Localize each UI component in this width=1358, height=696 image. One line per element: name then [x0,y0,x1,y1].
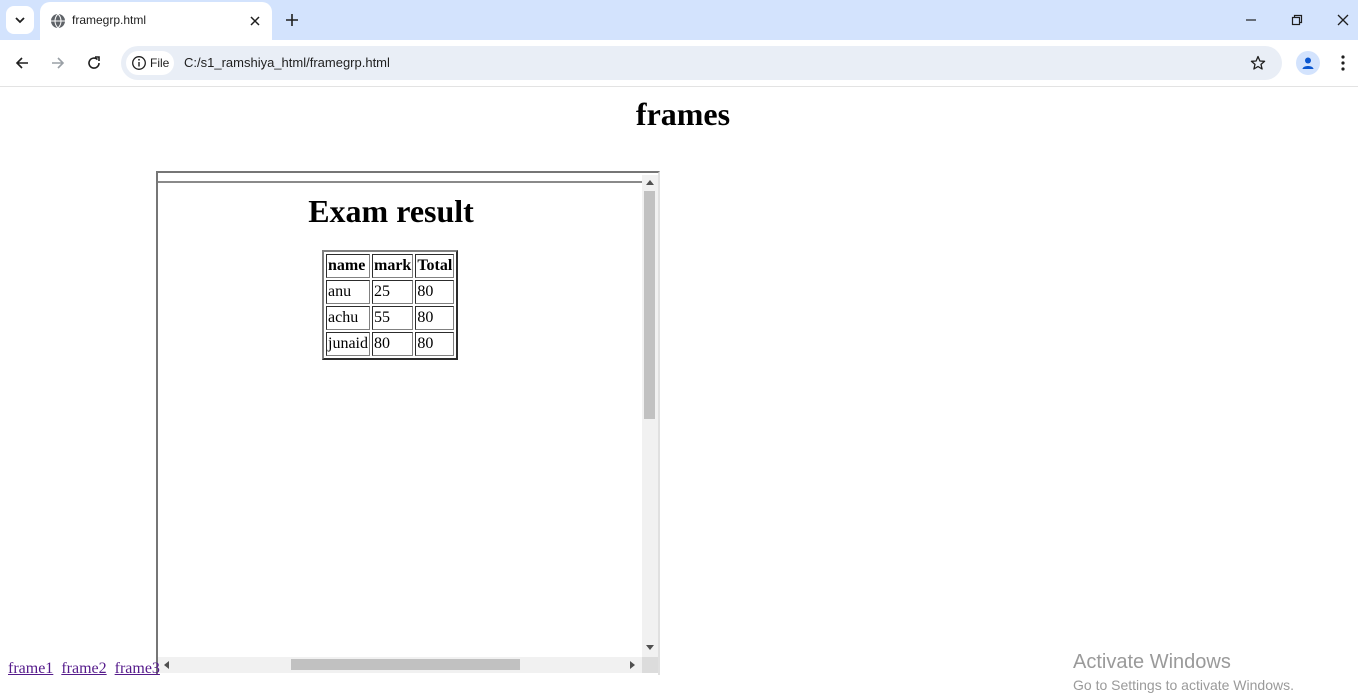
url-text[interactable]: C:/s1_ramshiya_html/framegrp.html [184,55,390,70]
tab-strip: framegrp.html [0,0,1358,40]
table-row: junaid 80 80 [326,332,455,356]
tab-list-button[interactable] [6,6,34,34]
table-cell: 55 [372,306,414,330]
scroll-right-arrow-icon[interactable] [630,661,636,669]
scroll-down-arrow-icon[interactable] [646,645,654,651]
plus-icon [286,14,298,26]
results-table: name mark Total anu 25 80 achu 55 80 jun… [322,250,459,360]
column-header: Total [415,254,455,278]
table-cell: 80 [372,332,414,356]
horizontal-scrollbar[interactable] [158,657,642,673]
table-cell: 80 [415,332,455,356]
site-info-label: File [150,56,170,70]
star-icon [1250,55,1266,70]
watermark-title: Activate Windows [1073,651,1231,673]
frame-border-line [158,181,642,183]
column-header: name [326,254,370,278]
forward-button[interactable] [44,49,72,77]
site-info-chip[interactable]: File [126,51,174,75]
watermark-subtitle: Go to Settings to activate Windows. [1073,677,1294,693]
restore-icon [1291,14,1303,26]
table-cell: achu [326,306,370,330]
horizontal-scroll-thumb[interactable] [291,659,520,670]
globe-icon [51,13,65,29]
table-header-row: name mark Total [326,254,455,278]
vertical-scrollbar[interactable] [642,175,658,659]
new-tab-button[interactable] [280,8,304,32]
table-cell: anu [326,280,370,304]
minimize-icon [1246,19,1256,21]
table-cell: 80 [415,306,455,330]
vertical-scroll-thumb[interactable] [644,191,655,419]
minimize-button[interactable] [1228,0,1274,40]
address-bar[interactable]: File C:/s1_ramshiya_html/framegrp.html [121,46,1282,80]
chevron-down-icon [15,17,25,24]
tab-close-button[interactable] [246,12,264,30]
reload-icon [88,56,100,69]
table-row: anu 25 80 [326,280,455,304]
close-icon [250,16,260,26]
browser-menu-button[interactable] [1333,52,1353,74]
browser-tab[interactable]: framegrp.html [40,2,272,40]
back-button[interactable] [8,49,36,77]
profile-button[interactable] [1296,51,1320,75]
info-icon [132,56,146,70]
browser-toolbar: File C:/s1_ramshiya_html/framegrp.html [0,40,1358,87]
restore-button[interactable] [1274,0,1320,40]
close-icon [1337,14,1349,26]
link-frame2[interactable]: frame2 [61,660,106,677]
table-cell: 80 [415,280,455,304]
link-frame3[interactable]: frame3 [115,660,160,677]
table-cell: 25 [372,280,414,304]
tab-title: framegrp.html [72,13,147,27]
table-cell: junaid [326,332,370,356]
arrow-right-icon [52,57,65,69]
person-icon [1302,57,1314,69]
link-frame1[interactable]: frame1 [8,660,53,677]
table-row: achu 55 80 [326,306,455,330]
bookmark-button[interactable] [1248,53,1268,73]
frame-links: frame1 frame2 frame3 [8,660,164,678]
close-window-button[interactable] [1320,0,1358,40]
column-header: mark [372,254,414,278]
embedded-frame[interactable]: Exam result name mark Total anu 25 80 ac… [156,171,660,675]
activate-windows-watermark: Activate Windows Go to Settings to activ… [1073,650,1294,695]
scroll-up-arrow-icon[interactable] [646,179,654,185]
more-vert-icon [1341,55,1345,71]
page-heading: frames [635,96,731,132]
frame-title: Exam result [308,193,474,229]
scrollbar-corner [642,657,658,673]
reload-button[interactable] [80,49,108,77]
arrow-left-icon [15,57,28,69]
